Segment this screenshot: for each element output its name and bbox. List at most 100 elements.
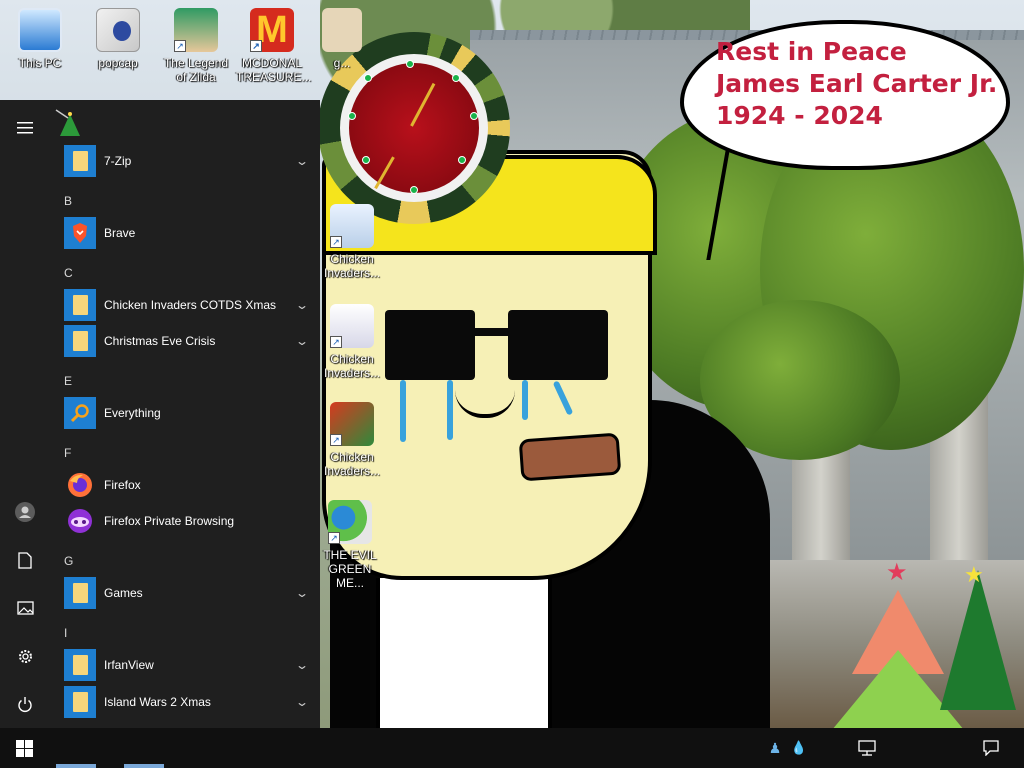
- zilda-icon: ↗: [174, 8, 218, 52]
- folder-icon: [64, 145, 96, 177]
- desktop-icon-label: Chicken Invaders...: [323, 352, 381, 380]
- clock-dot: [470, 112, 478, 120]
- app-label: Games: [104, 586, 143, 600]
- app-item-brave[interactable]: Brave: [50, 215, 312, 251]
- desktop-icon-chicken-invaders-3[interactable]: ↗ Chicken Invaders...: [316, 402, 388, 478]
- bubble-text-line-2: James Earl Carter Jr.: [716, 69, 998, 98]
- notification-icon: [983, 740, 999, 756]
- clock-face: [340, 54, 488, 202]
- desktop-icon-legend-of-zilda[interactable]: ↗ The Legend of Zilda: [160, 8, 232, 84]
- desktop-icon-evil-green-me[interactable]: ↗ THE EVIL GREEN ME...: [314, 500, 386, 590]
- everything-search-icon: [64, 397, 96, 429]
- section-header-c[interactable]: C: [64, 266, 73, 280]
- folder-icon: [64, 577, 96, 609]
- app-label: 7-Zip: [104, 154, 132, 168]
- tray-app-icon[interactable]: 💧: [788, 728, 810, 768]
- windows-logo-icon: [15, 739, 33, 757]
- app-label: Island Wars 2 Xmas: [104, 695, 211, 709]
- star-icon: ★: [886, 559, 908, 586]
- desktop-icon-label: Chicken Invaders...: [323, 450, 381, 478]
- popcap-icon: [96, 8, 140, 52]
- app-item-games[interactable]: Games ⌄: [50, 575, 312, 611]
- cigar: [518, 432, 622, 482]
- app-item-christmas-eve-crisis[interactable]: Christmas Eve Crisis ⌄: [50, 323, 312, 359]
- folder-icon: [64, 649, 96, 681]
- app-label: Brave: [104, 226, 136, 240]
- user-account-button[interactable]: [0, 490, 50, 534]
- chevron-down-icon[interactable]: ⌄: [288, 154, 316, 168]
- clock-dot: [452, 74, 460, 82]
- taskbar-running-indicator: [124, 764, 164, 768]
- chevron-down-icon[interactable]: ⌄: [288, 695, 316, 709]
- mcdonalds-icon: M ↗: [250, 8, 294, 52]
- app-list[interactable]: 7-Zip ⌄ B Brave C Chicken Invaders COTDS…: [50, 100, 320, 728]
- desktop-icon-label: THE EVIL GREEN ME...: [323, 548, 377, 590]
- section-header-b[interactable]: B: [64, 194, 72, 208]
- droplet-icon: 💧: [790, 740, 808, 755]
- pictures-icon: [16, 601, 34, 615]
- christmas-tree-icon: [54, 108, 84, 140]
- firefox-icon: [64, 469, 96, 501]
- section-header-e[interactable]: E: [64, 374, 72, 388]
- gear-icon: [18, 649, 32, 663]
- cartoon-shirt: [376, 578, 552, 728]
- tear: [522, 380, 528, 420]
- app-label: Christmas Eve Crisis: [104, 334, 216, 348]
- app-item-everything[interactable]: Everything: [50, 395, 312, 431]
- power-button[interactable]: [0, 682, 50, 726]
- taskbar-running-indicator: [56, 764, 96, 768]
- desktop-icon-chicken-invaders-1[interactable]: ↗ Chicken Invaders...: [316, 204, 388, 280]
- section-header-g[interactable]: G: [64, 554, 73, 568]
- desktop-icon-gadget[interactable]: g...: [312, 8, 372, 70]
- app-item-irfanview[interactable]: IrfanView ⌄: [50, 647, 312, 683]
- brave-icon: [64, 217, 96, 249]
- app-label: IrfanView: [104, 658, 154, 672]
- desktop-icon-this-pc[interactable]: This PC: [4, 8, 76, 70]
- start-button[interactable]: [0, 728, 48, 768]
- desktop-icon-mcdonalds-treasure[interactable]: M ↗ MCDONAL TREASURE...: [236, 8, 311, 84]
- hamburger-icon: [17, 122, 33, 134]
- chevron-down-icon[interactable]: ⌄: [288, 586, 316, 600]
- app-label: Chicken Invaders COTDS Xmas: [104, 298, 277, 312]
- tray-app-icon[interactable]: ♟: [764, 728, 786, 768]
- app-item-chicken-invaders-cotds-xmas[interactable]: Chicken Invaders COTDS Xmas ⌄: [50, 287, 312, 323]
- bubble-text-line-1: Rest in Peace: [716, 37, 907, 66]
- app-item-7zip[interactable]: 7-Zip ⌄: [50, 143, 312, 179]
- firefox-private-icon: [64, 505, 96, 537]
- section-header-f[interactable]: F: [64, 446, 71, 460]
- app-item-firefox-private-browsing[interactable]: Firefox Private Browsing: [50, 503, 312, 539]
- folder-icon: [64, 686, 96, 718]
- app-label: Firefox Private Browsing: [104, 514, 235, 528]
- desktop-icon-label: g...: [333, 56, 351, 70]
- clock-dot: [348, 112, 356, 120]
- chevron-down-icon[interactable]: ⌄: [288, 334, 316, 348]
- computer-icon: [18, 8, 62, 52]
- app-item-firefox[interactable]: Firefox: [50, 467, 312, 503]
- expand-menu-button[interactable]: [0, 106, 50, 150]
- desktop-icon-chicken-invaders-2[interactable]: ↗ Chicken Invaders...: [316, 304, 388, 380]
- app-label: Everything: [104, 406, 161, 420]
- pictures-button[interactable]: [0, 586, 50, 630]
- bubble-text-line-3: 1924 - 2024: [716, 101, 883, 130]
- network-icon: [858, 740, 876, 756]
- chevron-down-icon[interactable]: ⌄: [288, 658, 316, 672]
- notification-button[interactable]: [976, 728, 1006, 768]
- user-icon: [15, 502, 35, 522]
- chicken-icon: ↗: [330, 402, 374, 446]
- chicken-icon: ↗: [330, 304, 374, 348]
- people-icon: ♟: [768, 739, 782, 756]
- tear: [400, 380, 406, 442]
- desktop-icon-label: popcap: [98, 56, 138, 70]
- christmas-tree: [940, 570, 1016, 710]
- desktop-icon-label: Chicken Invaders...: [323, 252, 381, 280]
- settings-button[interactable]: [0, 634, 50, 678]
- clock-dot: [362, 156, 370, 164]
- documents-button[interactable]: [0, 538, 50, 582]
- taskbar: ♟ 💧: [0, 728, 1024, 768]
- chevron-down-icon[interactable]: ⌄: [288, 298, 316, 312]
- app-item-island-wars-2-xmas[interactable]: Island Wars 2 Xmas ⌄: [50, 684, 312, 720]
- star-icon: ★: [964, 562, 984, 587]
- section-header-i[interactable]: I: [64, 626, 67, 640]
- desktop-icon-popcap[interactable]: popcap: [82, 8, 154, 70]
- network-button[interactable]: [850, 728, 884, 768]
